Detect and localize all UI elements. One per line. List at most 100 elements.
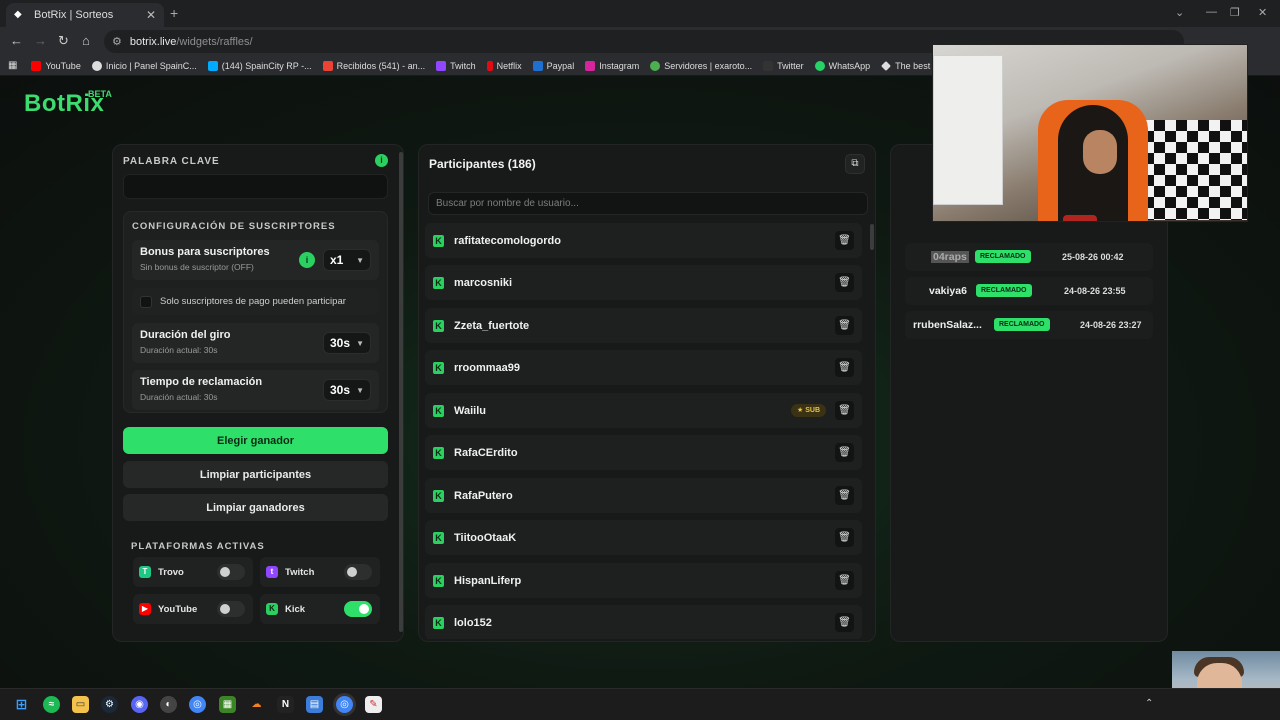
participants-scrollbar[interactable] [870,224,874,250]
bookmark-panel-spaincity[interactable]: Inicio | Panel SpainC... [91,60,197,71]
bookmark-whatsapp[interactable]: WhatsApp [814,60,871,71]
gmail-icon [322,60,333,71]
paypal-icon [532,60,543,71]
instagram-icon [585,60,596,71]
left-panel-scrollbar[interactable] [399,152,403,632]
kick-icon: K [433,319,444,332]
new-tab-icon[interactable]: + [170,5,178,21]
bookmark-twitter[interactable]: Twitter [763,60,804,71]
bookmark-label: Inicio | Panel SpainC... [105,60,197,71]
trash-icon[interactable]: 🗑 [835,358,854,377]
platform-name: YouTube [158,603,198,615]
nvidia-icon[interactable]: N [277,696,294,713]
participant-name: marcosniki [454,276,513,289]
bookmark-label: Servidores | exaroto... [664,60,753,71]
list-item: K Waiilu ★ SUB 🗑 [425,393,862,428]
clear-participants-button[interactable]: Limpiar participantes [123,461,388,488]
site-info-icon[interactable]: ⚙ [112,35,122,48]
platform-youtube: ▶ YouTube [133,594,253,624]
bookmark-netflix[interactable]: Netflix [486,60,522,71]
kick-toggle[interactable] [344,601,372,617]
kick-icon: K [433,361,444,374]
bookmark-paypal[interactable]: Paypal [532,60,574,71]
close-tab-icon[interactable]: ✕ [146,8,156,22]
trash-icon[interactable]: 🗑 [835,273,854,292]
tab-title: BotRix | Sorteos [34,9,114,21]
youtube-toggle[interactable] [217,601,245,617]
clear-winners-button[interactable]: Limpiar ganadores [123,494,388,521]
info-icon[interactable]: i [375,154,388,167]
chrome-icon[interactable]: ◎ [189,696,206,713]
twitch-icon: t [266,566,278,578]
spin-duration-select[interactable]: 30s ▼ [323,332,371,354]
bookmark-twitch[interactable]: Twitch [436,60,476,71]
bonus-multiplier-select[interactable]: x1 ▼ [323,249,371,271]
participant-search-input[interactable]: Buscar por nombre de usuario... [428,192,868,215]
paint-icon[interactable]: ✎ [365,696,382,713]
list-item: K HispanLiferp 🗑 [425,563,862,598]
tab-search-icon[interactable]: ⌄ [1175,6,1184,19]
info-icon[interactable]: i [299,252,315,268]
minecraft-icon[interactable]: ▦ [219,696,236,713]
kick-icon: K [433,404,444,417]
cloud-icon[interactable]: ☁ [248,696,265,713]
windows-start-icon[interactable]: ⊞ [13,696,30,713]
subscriber-config-section: CONFIGURACIÓN DE SUSCRIPTORES Bonus para… [123,211,388,413]
app-icon[interactable]: ◐ [160,696,177,713]
back-icon[interactable]: ← [10,33,23,48]
bookmark-label: WhatsApp [828,60,871,71]
bookmark-servidores[interactable]: Servidores | exaroto... [650,60,753,71]
steam-icon[interactable]: ⚙ [101,696,118,713]
forward-icon[interactable]: → [34,33,47,48]
trash-icon[interactable]: 🗑 [835,231,854,250]
trash-icon[interactable]: 🗑 [835,443,854,462]
participant-name: Waiilu [454,404,486,417]
trovo-toggle[interactable] [217,564,245,580]
trash-icon[interactable]: 🗑 [835,613,854,632]
file-explorer-icon[interactable]: ▭ [72,696,89,713]
maximize-icon[interactable]: ❐ [1230,6,1240,19]
paid-subs-only-row[interactable]: Solo suscriptores de pago pueden partici… [132,288,379,315]
sub-badge: ★ SUB [790,404,826,417]
list-item: K RafaPutero 🗑 [425,478,862,513]
trash-icon[interactable]: 🗑 [835,528,854,547]
bookmark-gmail[interactable]: Recibidos (541) - an... [322,60,425,71]
trash-icon[interactable]: 🗑 [835,571,854,590]
kick-icon: K [433,531,444,544]
list-item: Klolo152 🗑 [425,605,862,639]
kick-icon: K [433,574,444,587]
kick-icon: K [433,276,444,289]
home-icon[interactable]: ⌂ [82,33,90,48]
notes-icon[interactable]: ▤ [306,696,323,713]
tray-chevron-up-icon[interactable]: ⌃ [1145,698,1153,709]
apps-icon[interactable]: ▦ [8,60,17,71]
whatsapp-icon [814,60,825,71]
discord-icon[interactable]: ◉ [131,696,148,713]
spin-duration-subtitle: Duración actual: 30s [140,345,218,355]
bookmark-youtube[interactable]: YouTube [31,60,81,71]
copy-icon[interactable]: ⧉ [845,154,865,174]
spotify-icon[interactable]: ≈ [43,696,60,713]
subscriber-config-label: CONFIGURACIÓN DE SUSCRIPTORES [132,221,336,232]
bookmark-instagram[interactable]: Instagram [585,60,639,71]
claimed-badge: RECLAMADO [975,250,1031,263]
choose-winner-button[interactable]: Elegir ganador [123,427,388,454]
chrome-active-icon[interactable]: ◎ [336,696,353,713]
keyword-input[interactable] [123,174,388,199]
url-host: botrix.live [129,35,177,48]
twitch-toggle[interactable] [344,564,372,580]
paid-subs-only-checkbox[interactable] [140,296,152,308]
participant-name: TiitooOtaaK [454,531,517,544]
minimize-icon[interactable]: — [1206,6,1217,18]
close-window-icon[interactable]: ✕ [1258,6,1267,19]
browser-tab[interactable]: ◆ BotRix | Sorteos ✕ [6,3,164,27]
winner-row: vakiya6 RECLAMADO 24-08-26 23:55 [905,277,1153,305]
list-item: K Zzeta_fuertote 🗑 [425,308,862,343]
trash-icon[interactable]: 🗑 [835,316,854,335]
x-icon [763,60,774,71]
claim-time-select[interactable]: 30s ▼ [323,379,371,401]
trash-icon[interactable]: 🗑 [835,486,854,505]
bookmark-spaincity-rp[interactable]: (144) SpainCity RP -... [207,60,312,71]
trash-icon[interactable]: 🗑 [835,401,854,420]
reload-icon[interactable]: ↻ [58,33,69,49]
